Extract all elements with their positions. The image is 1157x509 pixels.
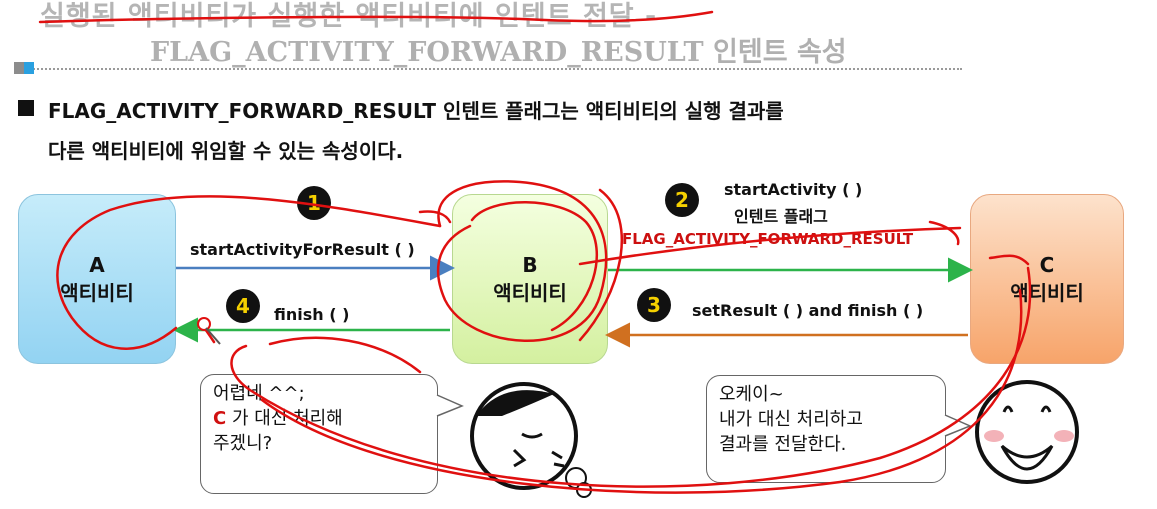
red-annotation-strokes [38,10,1032,494]
